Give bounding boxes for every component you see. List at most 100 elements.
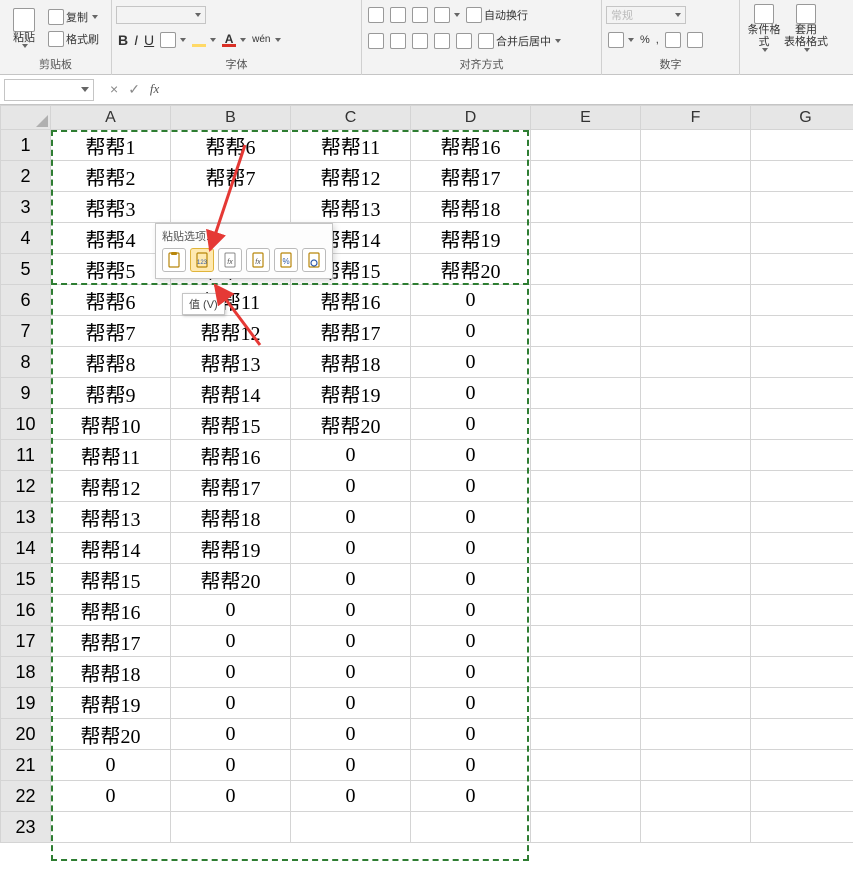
number-format-dropdown[interactable]: 常规 [606,6,686,24]
cell[interactable]: 帮帮17 [51,626,171,657]
cell[interactable]: 帮帮8 [51,347,171,378]
cell[interactable] [641,254,751,285]
cell[interactable] [751,471,853,502]
cell[interactable]: 0 [411,595,531,626]
cell[interactable]: 帮帮5 [51,254,171,285]
cell[interactable] [641,347,751,378]
cell[interactable]: 帮帮18 [51,657,171,688]
cell[interactable]: 帮帮16 [51,595,171,626]
cell[interactable]: 帮帮19 [411,223,531,254]
cell[interactable] [751,223,853,254]
cell[interactable] [751,192,853,223]
row-header[interactable]: 2 [1,161,51,192]
cell[interactable]: 0 [291,781,411,812]
cell[interactable] [751,254,853,285]
row-header[interactable]: 1 [1,130,51,161]
cell[interactable]: 0 [411,285,531,316]
cell[interactable] [531,750,641,781]
cell[interactable]: 帮帮19 [171,533,291,564]
copy-button[interactable]: 复制 [46,7,101,27]
cell[interactable] [531,564,641,595]
cell[interactable] [751,564,853,595]
cell[interactable]: 帮帮9 [51,378,171,409]
cell[interactable]: 帮帮17 [291,316,411,347]
cell[interactable]: 0 [291,750,411,781]
cell[interactable] [531,781,641,812]
cell[interactable]: 帮帮12 [171,316,291,347]
paste-option-all[interactable] [162,248,186,272]
cell[interactable]: 帮帮2 [51,161,171,192]
cell[interactable] [531,130,641,161]
paste-option-formulas[interactable]: fx [218,248,242,272]
align-middle-button[interactable] [388,5,408,25]
cell[interactable] [751,533,853,564]
dec-inc-button[interactable] [663,30,683,50]
cell[interactable] [531,161,641,192]
cell[interactable] [531,409,641,440]
cell[interactable] [531,440,641,471]
cell[interactable]: 帮帮14 [51,533,171,564]
cell[interactable] [531,223,641,254]
cell[interactable]: 0 [171,688,291,719]
cell[interactable]: 0 [411,347,531,378]
row-header[interactable]: 20 [1,719,51,750]
cell[interactable] [171,812,291,843]
cell[interactable] [531,595,641,626]
cell[interactable]: 0 [171,750,291,781]
cell[interactable]: 0 [171,781,291,812]
cell[interactable]: 0 [411,750,531,781]
row-header[interactable]: 9 [1,378,51,409]
cell[interactable] [411,812,531,843]
cell[interactable] [641,595,751,626]
cell[interactable] [531,254,641,285]
cell[interactable]: 帮帮12 [51,471,171,502]
cell[interactable]: 0 [291,719,411,750]
cell[interactable] [641,533,751,564]
cell[interactable]: 帮帮14 [171,378,291,409]
cell[interactable] [531,347,641,378]
cell[interactable] [641,409,751,440]
cell[interactable]: 帮帮16 [291,285,411,316]
cell[interactable]: 0 [51,750,171,781]
row-header[interactable]: 4 [1,223,51,254]
cell[interactable]: 0 [411,533,531,564]
cell[interactable] [641,130,751,161]
cell[interactable]: 帮帮20 [411,254,531,285]
cell[interactable] [641,316,751,347]
cell[interactable]: 帮帮13 [171,347,291,378]
cell[interactable] [641,688,751,719]
paste-option-values[interactable]: 123 [190,248,214,272]
cell[interactable]: 0 [411,440,531,471]
formula-input[interactable] [175,79,853,101]
cell[interactable]: 帮帮3 [51,192,171,223]
cell[interactable] [531,657,641,688]
cell[interactable] [751,502,853,533]
cell[interactable] [641,657,751,688]
cell[interactable]: 帮帮13 [51,502,171,533]
underline-button[interactable]: U [142,30,156,50]
cell[interactable]: 0 [411,564,531,595]
cell[interactable] [641,812,751,843]
border-button[interactable] [158,30,188,50]
row-header[interactable]: 23 [1,812,51,843]
cell[interactable] [641,378,751,409]
select-all-corner[interactable] [1,106,51,130]
cell[interactable] [531,316,641,347]
cell[interactable]: 0 [411,781,531,812]
cell[interactable]: 帮帮4 [51,223,171,254]
cell[interactable] [531,812,641,843]
cell[interactable]: 帮帮18 [291,347,411,378]
cond-format-button[interactable]: 条件格式 [744,3,784,53]
indent-dec-button[interactable] [432,31,452,51]
align-center-button[interactable] [388,31,408,51]
col-header[interactable]: D [411,106,531,130]
italic-button[interactable]: I [132,30,140,50]
cell[interactable]: 帮帮18 [171,502,291,533]
cell[interactable] [531,719,641,750]
row-header[interactable]: 19 [1,688,51,719]
font-name-dropdown[interactable] [116,6,206,24]
comma-button[interactable]: , [654,30,661,50]
cell[interactable]: 0 [171,719,291,750]
cell[interactable]: 0 [171,626,291,657]
cell[interactable]: 帮帮15 [51,564,171,595]
